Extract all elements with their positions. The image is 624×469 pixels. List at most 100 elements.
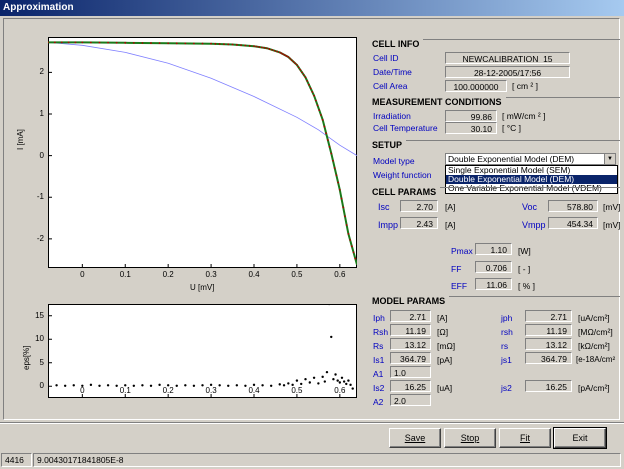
datetime-value: 28-12-2005/17:56 <box>445 66 570 78</box>
iv-measured-point <box>227 43 230 46</box>
iv-measured-point <box>330 152 333 155</box>
js2-unit: [pA/cm²] <box>578 383 610 393</box>
vmpp-unit: [mV] <box>603 220 621 230</box>
eps-point <box>235 384 239 387</box>
iv-measured-point <box>296 63 298 66</box>
is2-label: Is2 <box>373 383 385 393</box>
iv-measured-point <box>268 48 271 50</box>
jph-label: jph <box>501 313 513 323</box>
eps-point <box>269 384 273 387</box>
iv-measured-point <box>321 118 324 121</box>
cell-id-label: Cell ID <box>373 53 399 63</box>
eps-point <box>347 379 350 382</box>
exit-button[interactable]: Exit <box>553 427 607 449</box>
irradiation-label: Irradiation <box>373 111 411 121</box>
iv-measured-point <box>273 49 276 52</box>
stop-label: Stop <box>460 433 480 443</box>
eps-point <box>351 387 354 390</box>
eps-point <box>330 335 333 339</box>
iv-measured-point <box>344 215 346 218</box>
is1-unit: [pA] <box>437 355 453 365</box>
iph-value: 2.71 <box>390 310 431 322</box>
impp-unit: [A] <box>445 220 456 230</box>
temperature-value: 30.10 <box>445 122 497 134</box>
iv-measured-point <box>271 49 273 51</box>
iv-chart <box>48 37 357 268</box>
temperature-unit: [ °C ] <box>502 123 521 133</box>
eps-point <box>149 384 153 387</box>
iv-measured-point <box>255 45 258 48</box>
eps-point <box>287 382 290 385</box>
iv-y-tick-label: 2 <box>39 67 44 77</box>
vmpp-value: 454.34 <box>548 217 598 229</box>
eps-y-tick-label: 10 <box>35 334 44 344</box>
iv-measured-point <box>263 46 266 49</box>
cell-area-value: 100.000000 <box>445 80 507 92</box>
iv-measured-point <box>301 71 303 74</box>
iv-measured-point <box>124 41 127 44</box>
cell-area-label: Cell Area <box>373 81 408 91</box>
eps-point <box>340 376 344 379</box>
iv-measured-point <box>260 46 263 49</box>
model-type-label: Model type <box>373 156 415 166</box>
iv-measured-point <box>289 57 291 60</box>
a1-label: A1 <box>373 369 384 379</box>
exit-label: Exit <box>572 433 588 443</box>
iv-measured-point <box>235 43 238 46</box>
iv-measured-point <box>107 41 109 44</box>
measurement-title: MEASUREMENT CONDITIONS <box>368 97 506 107</box>
iv-measured-point <box>67 41 70 44</box>
eff-value: 11.06 <box>475 278 512 290</box>
stop-button[interactable]: Stop <box>444 428 496 448</box>
eps-y-tick-label: 15 <box>35 310 44 320</box>
ff-label: FF <box>451 264 462 274</box>
iv-measured-point <box>347 232 350 235</box>
iv-measured-point <box>316 104 319 107</box>
irradiation-unit: [ mW/cm ² ] <box>502 111 546 121</box>
model-params-title: MODEL PARAMS <box>368 296 450 306</box>
vmpp-label: Vmpp <box>522 220 546 230</box>
model-type-select[interactable]: Double Exponential Model (DEM) ▼ <box>445 153 616 165</box>
iv-measured-point <box>167 42 170 45</box>
iv-measured-point <box>304 76 307 79</box>
iv-x-tick-label: 0.5 <box>291 270 303 279</box>
iv-measured-point <box>299 68 302 71</box>
rs-area-value: 13.12 <box>525 338 572 350</box>
iv-measured-point <box>53 41 56 44</box>
save-button[interactable]: Save <box>389 428 441 448</box>
is1-value: 364.79 <box>390 352 431 364</box>
iv-x-tick-label: 0 <box>80 270 85 279</box>
iv-y-tick-label: 0 <box>39 150 44 160</box>
eps-point <box>106 384 110 387</box>
irradiation-value: 99.86 <box>445 110 497 122</box>
cell-id-value: NEWCALIBRATION_15 <box>445 52 570 64</box>
eps-x-tick-label: 0.3 <box>205 386 217 395</box>
rsh-area-label: rsh <box>501 327 513 337</box>
jph-value: 2.71 <box>525 310 572 322</box>
eps-point <box>345 382 348 386</box>
eps-y-tick-label: 0 <box>39 381 44 391</box>
rs-value: 13.12 <box>390 338 431 350</box>
iv-measured-point <box>311 91 314 93</box>
status-left: 4416 <box>1 453 32 467</box>
chevron-down-icon[interactable]: ▼ <box>604 154 615 164</box>
fit-button[interactable]: Fit <box>499 428 551 448</box>
eps-point <box>278 383 281 386</box>
cell-info-title: CELL INFO <box>368 39 424 49</box>
eps-point <box>327 304 331 306</box>
iv-measured-point <box>253 45 255 48</box>
iv-measured-point <box>214 42 217 45</box>
eps-point <box>338 381 342 384</box>
status-right: 9.00430171841805E-8 <box>33 453 621 467</box>
iv-measured-point <box>290 59 293 62</box>
iv-measured-point <box>240 44 243 47</box>
eps-point <box>332 378 335 381</box>
eps-point <box>63 384 67 387</box>
rsh-area-value: 11.19 <box>525 324 572 336</box>
eps-point <box>192 384 196 387</box>
eps-point <box>304 378 307 381</box>
iv-measured-point <box>352 251 355 254</box>
eps-point <box>55 384 58 387</box>
voc-label: Voc <box>522 202 538 212</box>
js1-unit: [e-18A/cm² <box>576 355 616 364</box>
